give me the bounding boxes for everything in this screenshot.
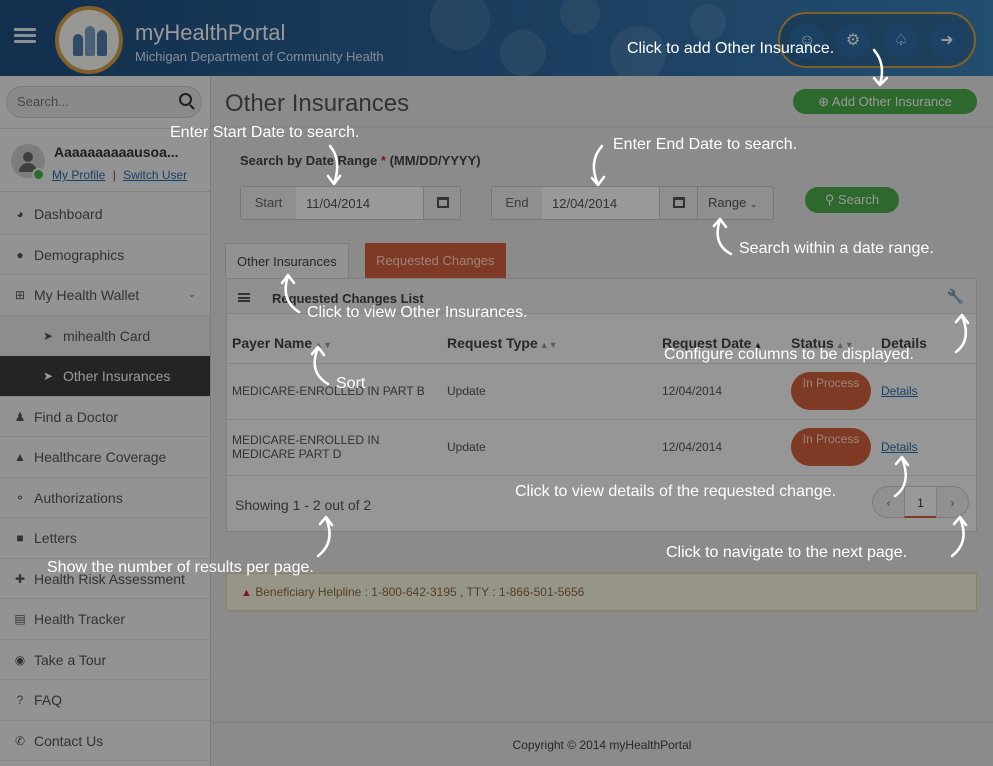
annotation-arrows — [280, 48, 970, 558]
arrow-config — [954, 313, 970, 354]
arrow-add — [872, 48, 889, 87]
arrow-range — [712, 217, 733, 256]
arrow-next — [950, 515, 968, 558]
arrow-details — [893, 455, 910, 498]
arrow-end — [590, 144, 606, 187]
arrow-per-page — [316, 515, 334, 558]
arrow-start — [326, 144, 342, 186]
arrow-tab — [280, 273, 301, 314]
arrow-sort — [310, 345, 330, 386]
